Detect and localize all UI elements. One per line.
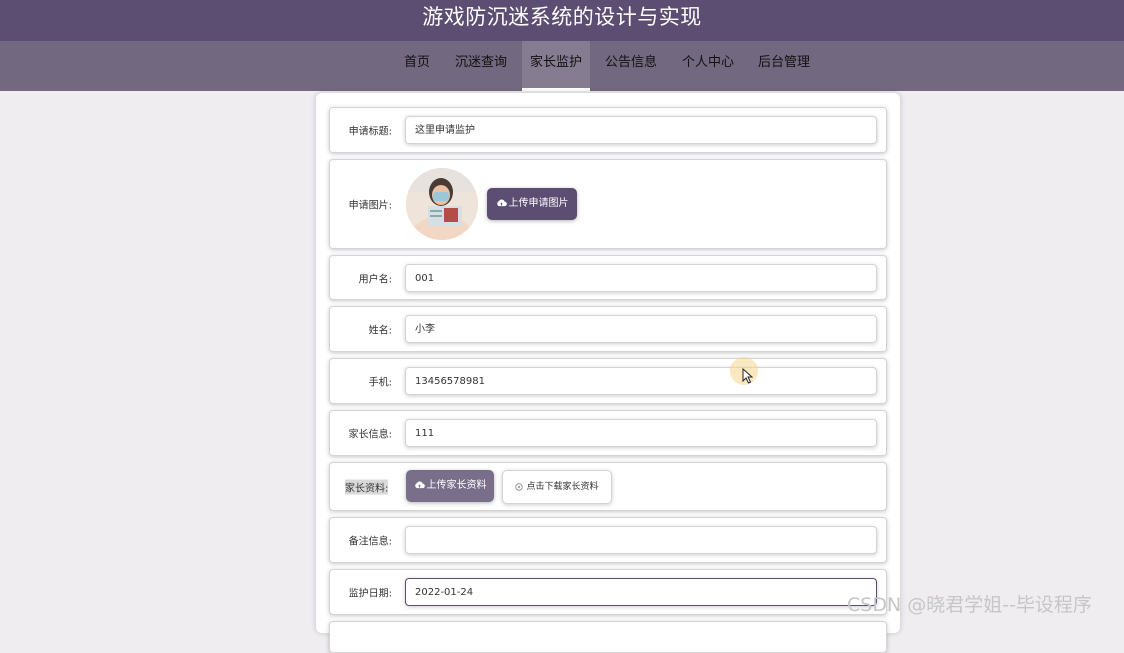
watermark-text: CSDN @晓君学姐--毕设程序 — [847, 594, 1092, 616]
monitor-date-label: 监护日期: — [348, 588, 392, 600]
form-row-remark: 备注信息: — [329, 517, 887, 563]
form-row-name: 姓名: 小李 — [329, 306, 887, 352]
upload-parent-docs-label: 上传家长资料 — [426, 480, 487, 491]
upload-apply-image-button[interactable]: 上传申请图片 — [487, 188, 577, 220]
nav-item-home[interactable]: 首页 — [396, 41, 438, 91]
name-label: 姓名: — [368, 325, 392, 337]
nav-item-parent-monitor[interactable]: 家长监护 — [522, 41, 590, 91]
nav-item-admin[interactable]: 后台管理 — [751, 41, 817, 91]
form-row-apply-image: 申请图片: 上传申请图片 — [329, 159, 887, 249]
form-row-parent-info: 家长信息: 111 — [329, 410, 887, 456]
download-parent-docs-button[interactable]: 点击下载家长资料 — [502, 470, 612, 504]
apply-title-input[interactable]: 这里申请监护 — [405, 116, 877, 144]
form-row-parent-docs: 家长资料: 上传家长资料 点击下载家长资料 — [329, 462, 887, 511]
remark-input[interactable] — [405, 526, 877, 554]
monitor-date-input[interactable]: 2022-01-24 — [405, 578, 877, 606]
cloud-upload-icon — [496, 199, 507, 207]
username-label: 用户名: — [358, 274, 392, 285]
cursor-icon — [742, 368, 753, 384]
apply-title-label: 申请标题: — [348, 126, 392, 138]
app-title: 游戏防沉迷系统的设计与实现 — [422, 4, 702, 29]
parent-info-input[interactable]: 111 — [405, 419, 877, 447]
download-parent-docs-label: 点击下载家长资料 — [526, 482, 599, 492]
phone-input[interactable]: 13456578981 — [405, 367, 877, 395]
apply-image-label: 申请图片: — [348, 200, 392, 212]
cloud-upload-icon — [414, 481, 425, 489]
upload-apply-image-label: 上传申请图片 — [508, 198, 569, 209]
main-nav: 首页 沉迷查询 家长监护 公告信息 个人中心 后台管理 — [0, 41, 1124, 91]
upload-parent-docs-button[interactable]: 上传家长资料 — [406, 470, 494, 502]
apply-form-card: 申请标题: 这里申请监护 申请图片: 上传申请图片 用户名: 001 姓名: 小… — [316, 93, 900, 653]
phone-label: 手机: — [368, 377, 392, 389]
parent-info-label: 家长信息: — [348, 429, 392, 441]
name-input[interactable]: 小李 — [405, 315, 877, 343]
form-row-phone: 手机: 13456578981 — [329, 358, 887, 404]
nav-item-announcements[interactable]: 公告信息 — [598, 41, 664, 91]
username-input[interactable]: 001 — [405, 263, 877, 292]
form-row-username: 用户名: 001 — [329, 255, 887, 300]
nav-item-addiction-query[interactable]: 沉迷查询 — [449, 41, 513, 91]
download-icon — [515, 482, 524, 491]
form-row-monitor-date: 监护日期: 2022-01-24 — [329, 569, 887, 615]
apply-image-preview — [406, 168, 478, 240]
remark-label: 备注信息: — [348, 536, 392, 548]
nav-item-personal-center[interactable]: 个人中心 — [675, 41, 741, 91]
form-row-apply-title: 申请标题: 这里申请监护 — [329, 107, 887, 153]
top-header: 游戏防沉迷系统的设计与实现 — [0, 0, 1124, 41]
parent-docs-label: 家长资料: — [345, 479, 389, 494]
form-row-next — [329, 621, 887, 653]
